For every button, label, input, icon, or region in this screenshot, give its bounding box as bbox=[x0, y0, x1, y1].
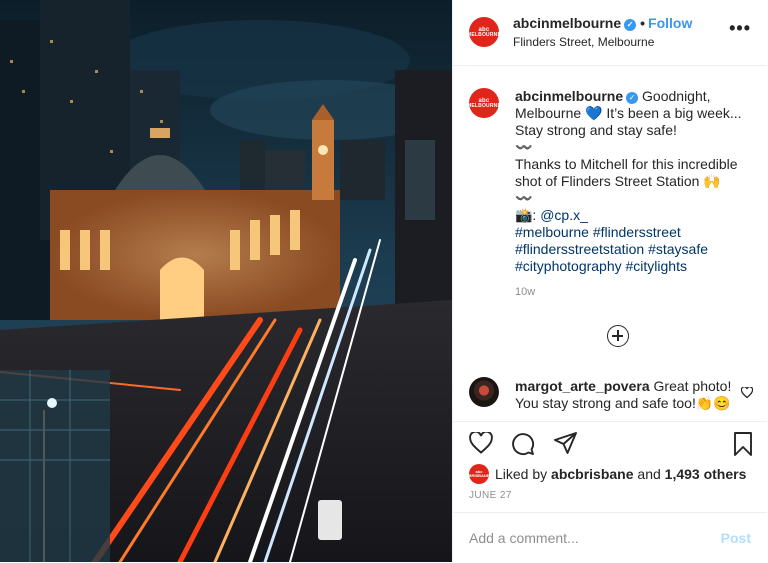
location-link[interactable]: Flinders Street, Melbourne bbox=[513, 35, 654, 49]
post-header: abc MELBOURNE abcinmelbourne ✓ • Follow Flin… bbox=[453, 0, 767, 66]
commenter-avatar[interactable] bbox=[469, 377, 499, 407]
comment-text: margot_arte_povera Great photo! You stay… bbox=[515, 378, 741, 412]
flinders-street-photo bbox=[0, 0, 452, 562]
post-photo[interactable] bbox=[0, 0, 452, 562]
share-icon[interactable] bbox=[553, 432, 578, 459]
likes-prefix: Liked by bbox=[495, 466, 548, 482]
comment-icon[interactable] bbox=[511, 432, 535, 461]
post-panel: abc MELBOURNE abcinmelbourne ✓ • Follow Flin… bbox=[452, 0, 768, 562]
verified-icon: ✓ bbox=[624, 19, 637, 31]
caption-text: abcinmelbourne ✓ Goodnight, Melbourne 💙 I… bbox=[515, 88, 757, 301]
hashtags[interactable]: #melbourne #flindersstreet #flindersstre… bbox=[515, 224, 757, 275]
post-date: JUNE 27 bbox=[469, 490, 512, 501]
add-comment-bar: Add a comment... Post bbox=[453, 512, 767, 563]
comment-input[interactable]: Add a comment... bbox=[469, 530, 579, 546]
caption-line: 〰️ bbox=[515, 190, 533, 206]
likes-middle: and bbox=[637, 466, 661, 482]
caption-avatar[interactable]: abc MELBOURNE bbox=[467, 88, 501, 118]
liker-username[interactable]: abcbrisbane bbox=[551, 466, 633, 482]
caption-username[interactable]: abcinmelbourne bbox=[515, 88, 623, 104]
header-username[interactable]: abcinmelbourne bbox=[513, 15, 621, 31]
photo-credit-link[interactable]: @cp.x_ bbox=[540, 207, 588, 223]
likes-row: abc BRISBANE Liked by abcbrisbane and 1,4… bbox=[469, 464, 746, 484]
verified-icon: ✓ bbox=[626, 92, 639, 104]
commenter-username[interactable]: margot_arte_povera bbox=[515, 378, 650, 394]
liker-avatar[interactable]: abc BRISBANE bbox=[469, 464, 489, 484]
follow-button[interactable]: Follow bbox=[648, 15, 692, 31]
plus-circle-icon[interactable] bbox=[607, 325, 629, 347]
likes-others-link[interactable]: 1,493 others bbox=[665, 466, 747, 482]
action-bar: abc BRISBANE Liked by abcbrisbane and 1,4… bbox=[453, 421, 767, 562]
bookmark-icon[interactable] bbox=[733, 432, 753, 461]
account-avatar[interactable]: abc MELBOURNE bbox=[467, 17, 501, 47]
header-user-row: abcinmelbourne ✓ • Follow bbox=[513, 15, 693, 31]
caption-line: Thanks to Mitchell for this incredible s… bbox=[515, 156, 738, 189]
caption-time: 10w bbox=[515, 286, 536, 298]
caption-line: 〰️ bbox=[515, 139, 533, 155]
heart-icon[interactable] bbox=[740, 385, 754, 403]
more-icon[interactable]: ••• bbox=[729, 19, 751, 37]
post-button[interactable]: Post bbox=[721, 530, 751, 546]
heart-icon[interactable] bbox=[469, 430, 493, 459]
photo-credit-prefix: 📸: bbox=[515, 207, 541, 223]
